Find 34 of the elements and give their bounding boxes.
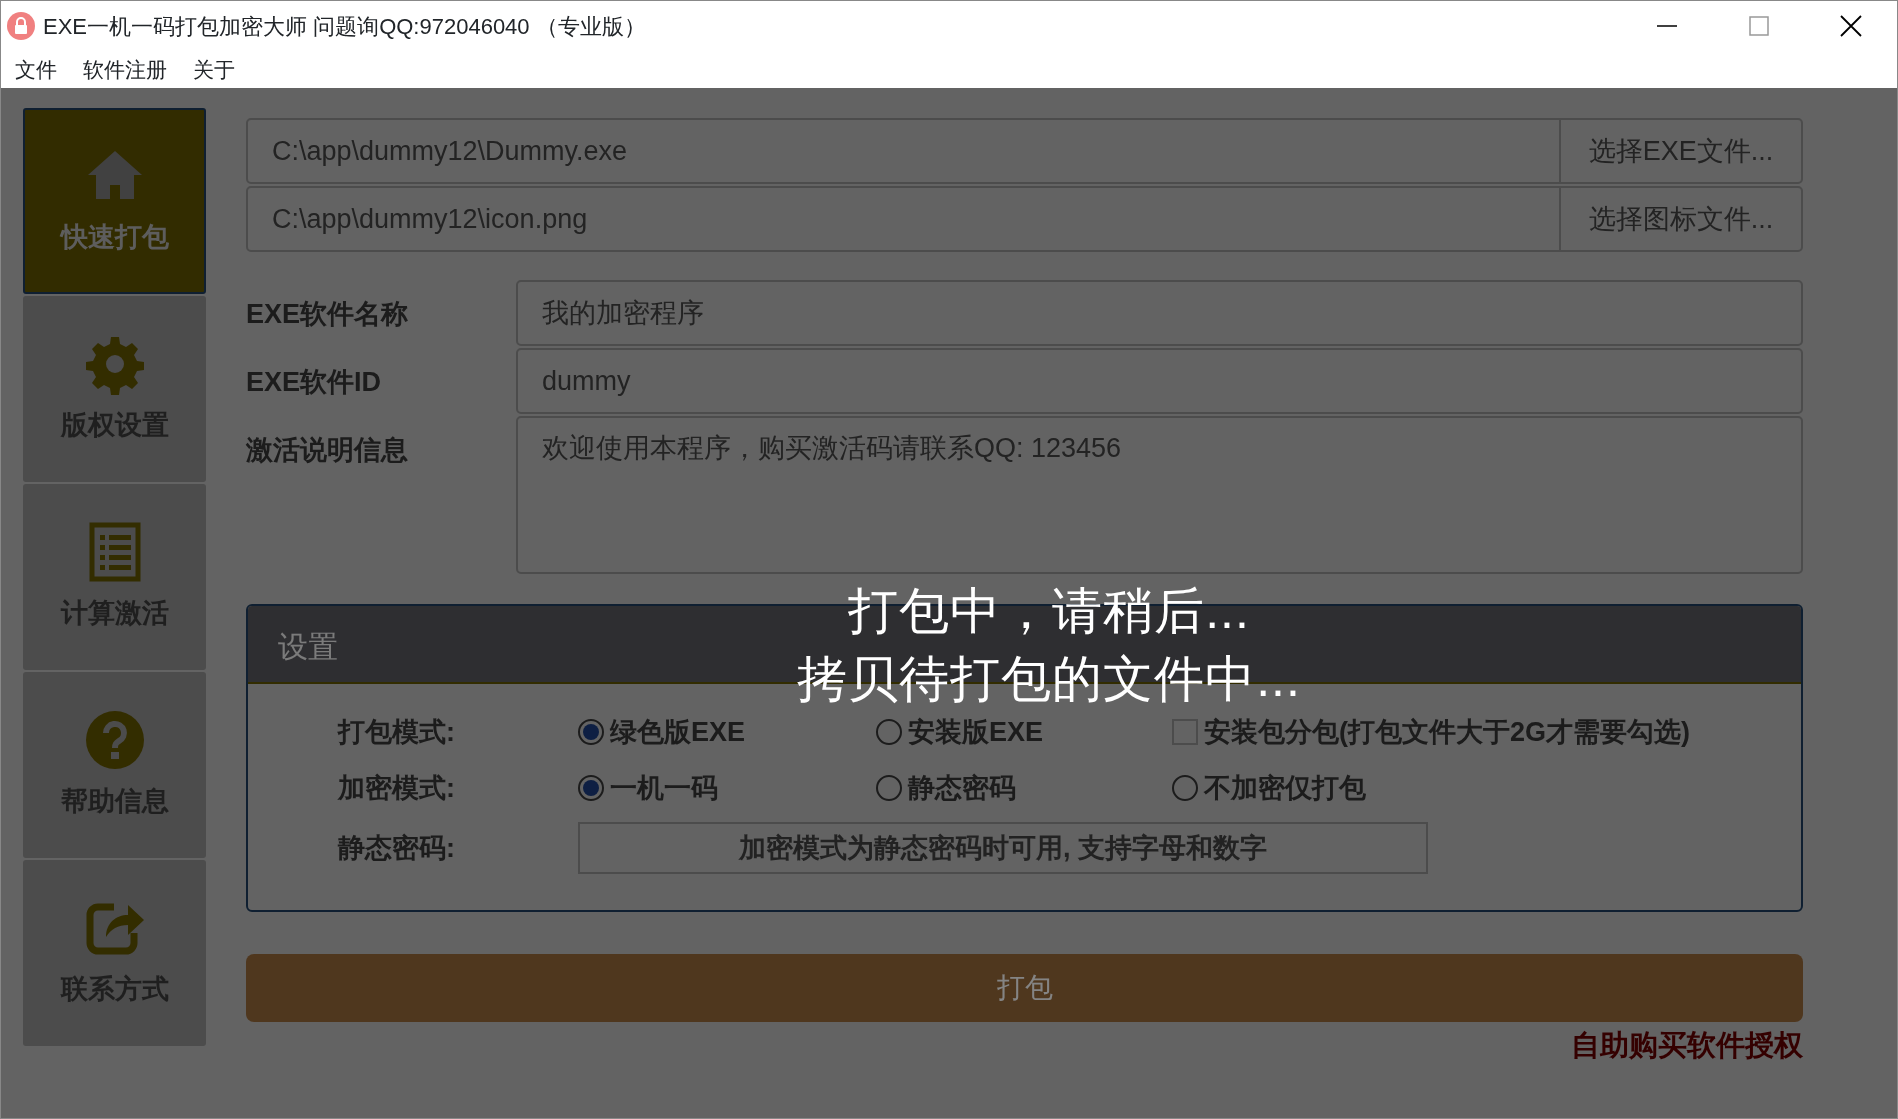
menu-item[interactable]: 关于: [193, 53, 235, 86]
radio-button[interactable]: 安装版EXE: [876, 711, 1112, 753]
minimize-icon: [1657, 25, 1677, 27]
help-icon: [83, 708, 146, 771]
maximize-icon: [1749, 16, 1769, 36]
radio-button[interactable]: 不加密仅打包: [1172, 767, 1366, 809]
browse-button[interactable]: 选择EXE文件...: [1559, 120, 1801, 182]
buy-license-link[interactable]: 自助购买软件授权: [1571, 1024, 1803, 1068]
browse-button[interactable]: 选择图标文件...: [1559, 188, 1801, 250]
pack-button[interactable]: 打包: [246, 954, 1803, 1022]
checkbox[interactable]: 安装包分包(打包文件大于2G才需要勾选): [1172, 711, 1690, 753]
status-message: 打包中，请稍后...: [848, 582, 1250, 641]
text-area[interactable]: 欢迎使用本程序，购买激活码请联系QQ: 123456: [516, 416, 1803, 574]
menu-item[interactable]: 软件注册: [83, 53, 167, 86]
sidebar-tab[interactable]: 快速打包: [23, 108, 206, 294]
field-label: EXE软件名称: [246, 298, 410, 331]
setting-label: 静态密码:: [338, 831, 456, 865]
file-path-field[interactable]: C:\app\dummy12\icon.png 选择图标文件...: [246, 186, 1803, 252]
radio-button[interactable]: 一机一码: [578, 767, 816, 809]
setting-label: 加密模式:: [338, 771, 456, 805]
radio-button[interactable]: 静态密码: [876, 767, 1112, 809]
text-field[interactable]: dummy: [516, 348, 1803, 414]
close-icon: [1840, 15, 1862, 37]
lock-icon: [7, 12, 35, 40]
password-field[interactable]: 加密模式为静态密码时可用, 支持字母和数字: [578, 822, 1428, 874]
status-message: 拷贝待打包的文件中...: [797, 649, 1301, 709]
field-label: 激活说明信息: [246, 434, 409, 467]
field-label: EXE软件ID: [246, 366, 383, 399]
setting-label: 打包模式:: [338, 715, 456, 749]
menu-item[interactable]: 文件: [15, 53, 57, 86]
text-field[interactable]: 我的加密程序: [516, 280, 1803, 346]
window-title: EXE一机一码打包加密大师 问题询QQ:972046040 （专业版）: [43, 12, 647, 41]
radio-button[interactable]: 绿色版EXE: [578, 711, 816, 753]
file-path-field[interactable]: C:\app\dummy12\Dummy.exe 选择EXE文件...: [246, 118, 1803, 184]
